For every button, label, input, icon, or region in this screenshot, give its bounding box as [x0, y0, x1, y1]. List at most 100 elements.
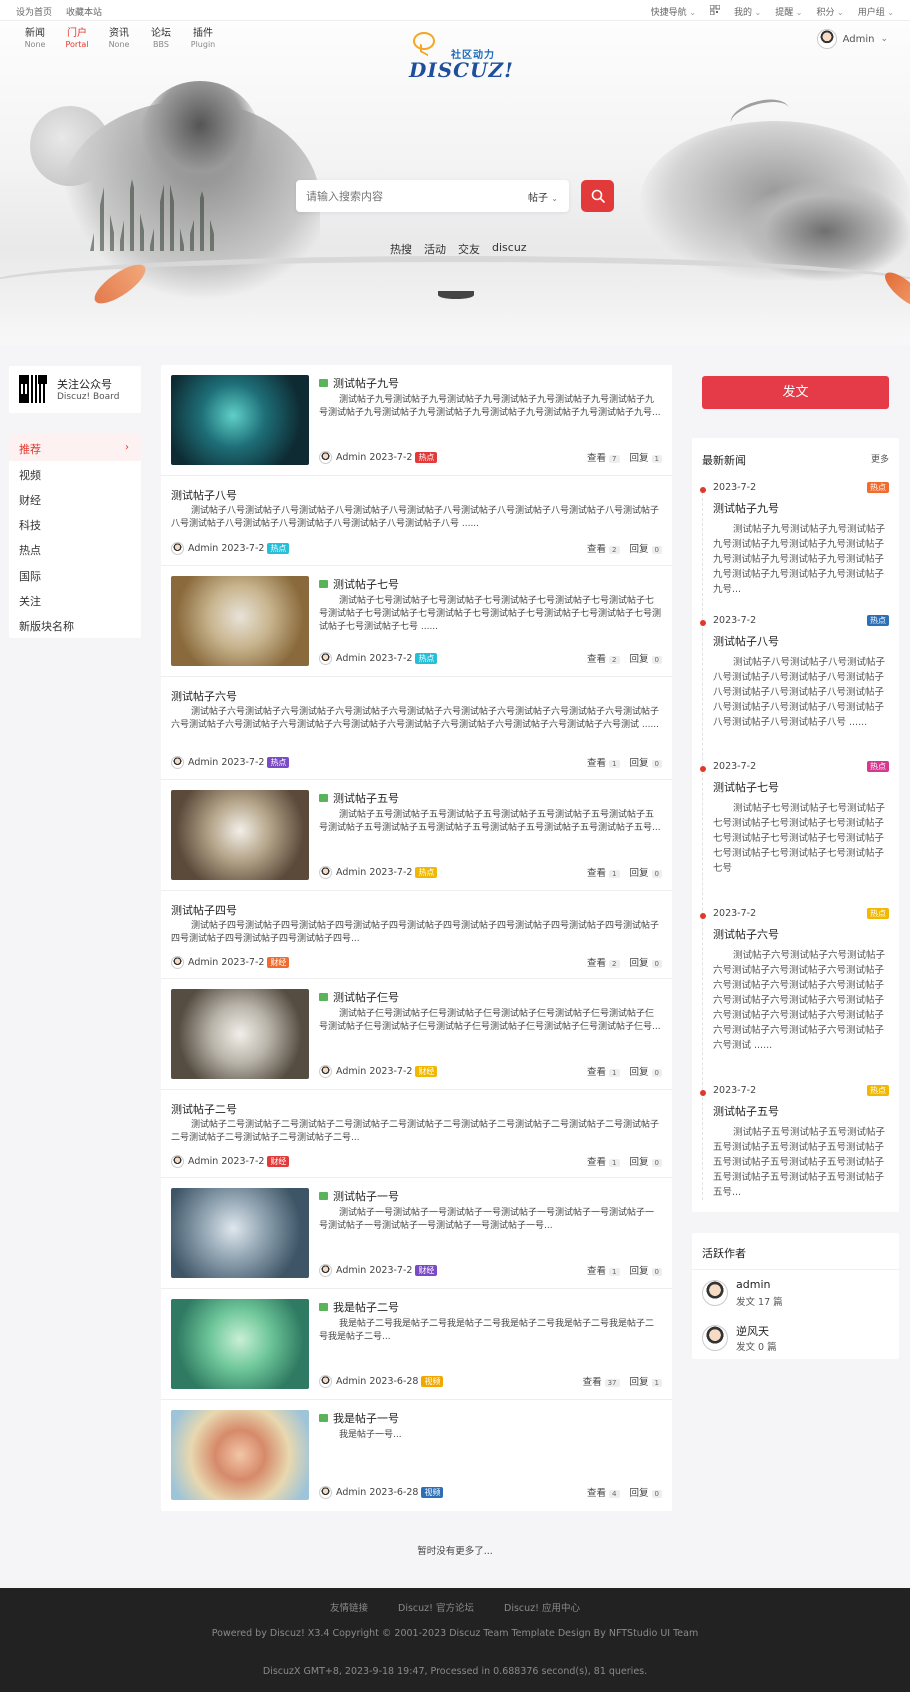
site-logo[interactable]: 社区动力 DISCUZ! [409, 32, 513, 82]
post-meta: Admin 2023-7-2 财经 [171, 955, 290, 969]
post-title[interactable]: 测试帖子六号 [171, 688, 237, 704]
status-badge[interactable]: 热点 [267, 756, 290, 768]
post-excerpt: 测试帖子七号测试帖子七号测试帖子七号测试帖子七号测试帖子七号测试帖子七号测试帖子… [319, 596, 662, 632]
sidebar-item-tech[interactable]: 科技 [19, 517, 41, 533]
post-excerpt: 测试帖子四号测试帖子四号测试帖子四号测试帖子四号测试帖子四号测试帖子四号测试帖子… [171, 921, 660, 944]
nav-item-plugin[interactable]: 插件 Plugin [182, 28, 224, 50]
footer-link-app-center[interactable]: Discuz! 应用中心 [504, 1600, 580, 1614]
list-item[interactable]: 测试帖子仨号 测试帖子仨号测试帖子仨号测试帖子仨号测试帖子仨号测试帖子仨号测试帖… [161, 979, 672, 1090]
post-thumbnail[interactable] [171, 375, 309, 465]
post-thumbnail[interactable] [171, 576, 309, 666]
avatar [171, 755, 184, 769]
news-item[interactable]: 2023-7-2 热点 测试帖子九号 测试帖子九号测试帖子九号测试帖子九号测试帖… [692, 482, 899, 612]
sidebar-item-follow[interactable]: 关注 [19, 593, 41, 609]
hot-search-link[interactable]: 活动 [424, 241, 446, 257]
chevron-down-icon: ⌄ [880, 34, 888, 44]
nav-item-info[interactable]: 资讯 None [98, 28, 140, 50]
nav-item-bbs[interactable]: 论坛 BBS [140, 28, 182, 50]
hot-search-link[interactable]: discuz [492, 241, 527, 257]
footer-link-friends[interactable]: 友情链接 [330, 1600, 368, 1614]
news-title[interactable]: 测试帖子六号 [713, 926, 779, 942]
new-post-button[interactable]: 发文 [702, 376, 889, 409]
more-link[interactable]: 更多 [871, 452, 889, 465]
news-item[interactable]: 2023-7-2 热点 测试帖子八号 测试帖子八号测试帖子八号测试帖子八号测试帖… [692, 615, 899, 758]
post-title[interactable]: 测试帖子四号 [171, 902, 237, 918]
quick-nav-menu[interactable]: 快捷导航 [651, 5, 696, 18]
status-badge[interactable]: 热点 [415, 866, 438, 878]
author-item[interactable]: 逆风天 发文 0 篇 [702, 1323, 892, 1353]
post-title[interactable]: 测试帖子八号 [171, 487, 237, 503]
author-item[interactable]: admin 发文 17 篇 [702, 1278, 892, 1308]
remind-menu[interactable]: 提醒 [775, 5, 802, 18]
status-badge[interactable]: 财经 [415, 1264, 438, 1276]
search-icon [591, 189, 605, 203]
search-input[interactable] [306, 187, 496, 205]
hot-search-link[interactable]: 交友 [458, 241, 480, 257]
post-title[interactable]: 测试帖子二号 [171, 1101, 237, 1117]
news-title[interactable]: 测试帖子七号 [713, 779, 779, 795]
status-badge[interactable]: 财经 [267, 956, 290, 968]
list-item[interactable]: 测试帖子八号 测试帖子八号测试帖子八号测试帖子八号测试帖子八号测试帖子八号测试帖… [161, 476, 672, 566]
sidebar-item-hot[interactable]: 热点 [19, 542, 41, 558]
status-badge[interactable]: 视频 [421, 1375, 444, 1387]
sidebar-item-international[interactable]: 国际 [19, 568, 41, 584]
mine-menu[interactable]: 我的 [734, 5, 761, 18]
sidebar-item-video[interactable]: 视频 [19, 467, 41, 483]
list-item[interactable]: 测试帖子六号 测试帖子六号测试帖子六号测试帖子六号测试帖子六号测试帖子六号测试帖… [161, 677, 672, 780]
post-stats: 查看 2 回复 0 [587, 651, 662, 665]
status-badge[interactable]: 财经 [267, 1155, 290, 1167]
status-badge[interactable]: 财经 [415, 1065, 438, 1077]
follow-wechat-card[interactable]: 关注公众号 Discuz! Board [9, 366, 141, 413]
status-badge[interactable]: 热点 [415, 652, 438, 664]
points-menu[interactable]: 积分 [816, 5, 843, 18]
post-excerpt: 测试帖子二号测试帖子二号测试帖子二号测试帖子二号测试帖子二号测试帖子二号测试帖子… [171, 1120, 660, 1143]
status-badge[interactable]: 热点 [267, 542, 290, 554]
news-item[interactable]: 2023-7-2 热点 测试帖子五号 测试帖子五号测试帖子五号测试帖子五号测试帖… [692, 1085, 899, 1210]
news-title[interactable]: 测试帖子五号 [713, 1103, 779, 1119]
list-item[interactable]: 测试帖子二号 测试帖子二号测试帖子二号测试帖子二号测试帖子二号测试帖子二号测试帖… [161, 1090, 672, 1178]
post-thumbnail[interactable] [171, 1188, 309, 1278]
list-item[interactable]: 测试帖子七号 测试帖子七号测试帖子七号测试帖子七号测试帖子七号测试帖子七号测试帖… [161, 566, 672, 677]
usergroup-menu[interactable]: 用户组 [858, 5, 894, 18]
latest-news-panel: 最新新闻 更多 2023-7-2 热点 测试帖子九号 测试帖子九号测试帖子九号测… [692, 438, 899, 1212]
nav-item-news[interactable]: 新闻 None [14, 28, 56, 50]
nav-item-portal[interactable]: 门户 Portal [56, 28, 98, 50]
status-badge[interactable]: 热点 [415, 451, 438, 463]
qrcode-icon[interactable] [709, 4, 721, 18]
post-title: 我是帖子二号 [333, 1301, 399, 1314]
top-bar: 设为首页 收藏本站 快捷导航 我的 提醒 积分 用户组 [0, 0, 910, 21]
list-item[interactable]: 我是帖子一号 我是帖子一号... Admin 2023-6-28 视频 查看 4 回复… [161, 1400, 672, 1511]
post-thumbnail[interactable] [171, 989, 309, 1079]
list-item[interactable]: 测试帖子九号 测试帖子九号测试帖子九号测试帖子九号测试帖子九号测试帖子九号测试帖… [161, 365, 672, 476]
post-thumbnail[interactable] [171, 1299, 309, 1389]
status-badge[interactable]: 视频 [421, 1486, 444, 1498]
logo-bubble-icon [413, 32, 435, 50]
sidebar-item-recommend[interactable]: 推荐 [19, 441, 41, 457]
news-title[interactable]: 测试帖子九号 [713, 500, 779, 516]
search-button[interactable] [581, 180, 614, 212]
list-item[interactable]: 测试帖子一号 测试帖子一号测试帖子一号测试帖子一号测试帖子一号测试帖子一号测试帖… [161, 1178, 672, 1289]
post-thumbnail[interactable] [171, 1410, 309, 1500]
hot-search-link[interactable]: 热搜 [390, 241, 412, 257]
list-item[interactable]: 测试帖子四号 测试帖子四号测试帖子四号测试帖子四号测试帖子四号测试帖子四号测试帖… [161, 891, 672, 979]
post-excerpt: 测试帖子九号测试帖子九号测试帖子九号测试帖子九号测试帖子九号测试帖子九号测试帖子… [319, 395, 661, 418]
post-thumbnail[interactable] [171, 790, 309, 880]
search-type-select[interactable]: 帖子 ⌄ [528, 189, 558, 204]
main-nav: 新闻 None 门户 Portal 资讯 None 论坛 BBS 插件 Plugin [14, 28, 224, 50]
sidebar-item-finance[interactable]: 财经 [19, 492, 41, 508]
news-item[interactable]: 2023-7-2 热点 测试帖子六号 测试帖子六号测试帖子六号测试帖子六号测试帖… [692, 908, 899, 1081]
sidebar-item-new-forum[interactable]: 新版块名称 [19, 618, 74, 634]
post-stats: 查看 1 回复 0 [587, 755, 662, 769]
news-title[interactable]: 测试帖子八号 [713, 633, 779, 649]
post-stats: 查看 1 回复 0 [587, 1064, 662, 1078]
footer-link-official-forum[interactable]: Discuz! 官方论坛 [398, 1600, 474, 1614]
list-item[interactable]: 测试帖子五号 测试帖子五号测试帖子五号测试帖子五号测试帖子五号测试帖子五号测试帖… [161, 780, 672, 891]
post-tag-icon [319, 794, 328, 802]
author-name[interactable]: 逆风天 [736, 1323, 769, 1339]
news-item[interactable]: 2023-7-2 热点 测试帖子七号 测试帖子七号测试帖子七号测试帖子七号测试帖… [692, 761, 899, 904]
set-homepage-link[interactable]: 设为首页 [16, 5, 52, 18]
author-name[interactable]: admin [736, 1278, 770, 1291]
list-item[interactable]: 我是帖子二号 我是帖子二号我是帖子二号我是帖子二号我是帖子二号我是帖子二号我是帖… [161, 1289, 672, 1400]
bookmark-link[interactable]: 收藏本站 [66, 5, 102, 18]
user-menu[interactable]: Admin ⌄ [816, 29, 888, 49]
